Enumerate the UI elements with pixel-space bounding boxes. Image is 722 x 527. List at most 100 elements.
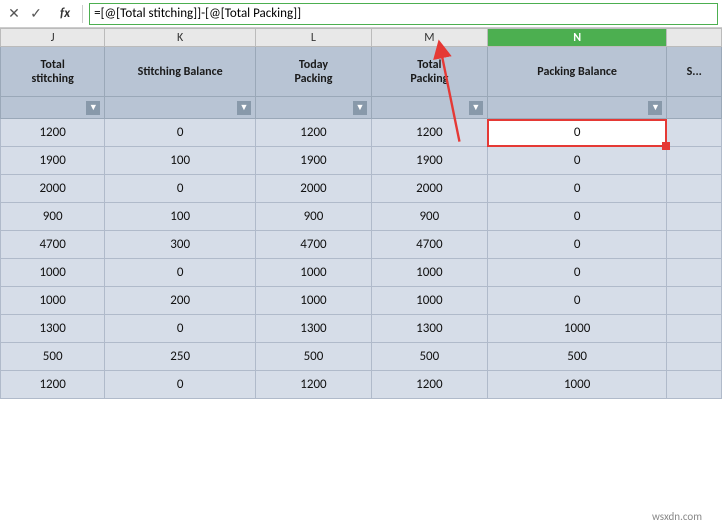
cell-k-4[interactable]: 300 <box>105 231 256 259</box>
spreadsheet-table: J K L M N Totalstitching Stitching Balan… <box>0 28 722 399</box>
field-stitching-balance: Stitching Balance <box>105 47 256 97</box>
cell-m-1[interactable]: 1900 <box>371 147 487 175</box>
table-row: 12000120012000 <box>1 119 722 147</box>
cell-k-9[interactable]: 0 <box>105 371 256 399</box>
cell-o-7 <box>667 315 722 343</box>
cell-k-6[interactable]: 200 <box>105 287 256 315</box>
table-row: 12000120012001000 <box>1 371 722 399</box>
cell-o-2 <box>667 175 722 203</box>
cell-k-0[interactable]: 0 <box>105 119 256 147</box>
watermark: wsxdn.com <box>652 510 702 523</box>
field-today-packing: TodayPacking <box>256 47 372 97</box>
cell-k-8[interactable]: 250 <box>105 343 256 371</box>
col-header-l[interactable]: L <box>256 29 372 47</box>
filter-l[interactable]: ▼ <box>256 97 372 119</box>
filter-row: ▼ ▼ ▼ ▼ ▼ <box>1 97 722 119</box>
cancel-icon[interactable]: ✕ <box>4 4 24 24</box>
cell-n-4[interactable]: 0 <box>487 231 667 259</box>
cell-n-7[interactable]: 1000 <box>487 315 667 343</box>
cell-o-6 <box>667 287 722 315</box>
cell-resize-handle[interactable] <box>662 142 670 150</box>
cell-l-2[interactable]: 2000 <box>256 175 372 203</box>
cell-j-7[interactable]: 1300 <box>1 315 105 343</box>
cell-m-6[interactable]: 1000 <box>371 287 487 315</box>
field-packing-balance: Packing Balance <box>487 47 667 97</box>
field-total-stitching: Totalstitching <box>1 47 105 97</box>
cell-o-8 <box>667 343 722 371</box>
cell-m-7[interactable]: 1300 <box>371 315 487 343</box>
cell-j-1[interactable]: 1900 <box>1 147 105 175</box>
col-header-o[interactable] <box>667 29 722 47</box>
table-row: 4700300470047000 <box>1 231 722 259</box>
cell-l-7[interactable]: 1300 <box>256 315 372 343</box>
cell-m-2[interactable]: 2000 <box>371 175 487 203</box>
cell-l-5[interactable]: 1000 <box>256 259 372 287</box>
cell-n-6[interactable]: 0 <box>487 287 667 315</box>
filter-o[interactable] <box>667 97 722 119</box>
cell-n-3[interactable]: 0 <box>487 203 667 231</box>
fx-label: fx <box>54 6 76 21</box>
table-row: 13000130013001000 <box>1 315 722 343</box>
field-name-row: Totalstitching Stitching Balance TodayPa… <box>1 47 722 97</box>
field-total-packing: TotalPacking <box>371 47 487 97</box>
cell-j-3[interactable]: 900 <box>1 203 105 231</box>
cell-l-0[interactable]: 1200 <box>256 119 372 147</box>
field-s: S... <box>667 47 722 97</box>
filter-m[interactable]: ▼ <box>371 97 487 119</box>
cell-j-5[interactable]: 1000 <box>1 259 105 287</box>
cell-l-3[interactable]: 900 <box>256 203 372 231</box>
col-header-k[interactable]: K <box>105 29 256 47</box>
cell-l-9[interactable]: 1200 <box>256 371 372 399</box>
cell-l-4[interactable]: 4700 <box>256 231 372 259</box>
col-header-row: J K L M N <box>1 29 722 47</box>
cell-o-5 <box>667 259 722 287</box>
col-header-n[interactable]: N <box>487 29 667 47</box>
col-header-j[interactable]: J <box>1 29 105 47</box>
cell-l-1[interactable]: 1900 <box>256 147 372 175</box>
cell-j-4[interactable]: 4700 <box>1 231 105 259</box>
cell-m-9[interactable]: 1200 <box>371 371 487 399</box>
cell-m-8[interactable]: 500 <box>371 343 487 371</box>
table-row: 9001009009000 <box>1 203 722 231</box>
filter-arrow-l[interactable]: ▼ <box>353 101 367 115</box>
cell-l-8[interactable]: 500 <box>256 343 372 371</box>
cell-n-5[interactable]: 0 <box>487 259 667 287</box>
cell-n-1[interactable]: 0 <box>487 147 667 175</box>
cell-n-8[interactable]: 500 <box>487 343 667 371</box>
cell-n-0[interactable]: 0 <box>487 119 667 147</box>
cell-m-0[interactable]: 1200 <box>371 119 487 147</box>
cell-o-9 <box>667 371 722 399</box>
cell-o-0 <box>667 119 722 147</box>
cell-j-0[interactable]: 1200 <box>1 119 105 147</box>
cell-j-9[interactable]: 1200 <box>1 371 105 399</box>
cell-k-5[interactable]: 0 <box>105 259 256 287</box>
cell-j-8[interactable]: 500 <box>1 343 105 371</box>
formula-input[interactable] <box>89 3 718 25</box>
filter-arrow-k[interactable]: ▼ <box>237 101 251 115</box>
cell-k-7[interactable]: 0 <box>105 315 256 343</box>
cell-m-4[interactable]: 4700 <box>371 231 487 259</box>
cell-k-2[interactable]: 0 <box>105 175 256 203</box>
confirm-icon[interactable]: ✓ <box>26 4 46 24</box>
table-row: 500250500500500 <box>1 343 722 371</box>
filter-arrow-j[interactable]: ▼ <box>86 101 100 115</box>
cell-k-1[interactable]: 100 <box>105 147 256 175</box>
filter-k[interactable]: ▼ <box>105 97 256 119</box>
cell-o-3 <box>667 203 722 231</box>
filter-j[interactable]: ▼ <box>1 97 105 119</box>
filter-n[interactable]: ▼ <box>487 97 667 119</box>
cell-j-6[interactable]: 1000 <box>1 287 105 315</box>
cell-j-2[interactable]: 2000 <box>1 175 105 203</box>
cell-n-9[interactable]: 1000 <box>487 371 667 399</box>
filter-arrow-m[interactable]: ▼ <box>469 101 483 115</box>
table-row: 1000200100010000 <box>1 287 722 315</box>
cell-m-5[interactable]: 1000 <box>371 259 487 287</box>
cell-l-6[interactable]: 1000 <box>256 287 372 315</box>
cell-n-2[interactable]: 0 <box>487 175 667 203</box>
filter-arrow-n[interactable]: ▼ <box>648 101 662 115</box>
cell-m-3[interactable]: 900 <box>371 203 487 231</box>
col-header-m[interactable]: M <box>371 29 487 47</box>
table-row: 10000100010000 <box>1 259 722 287</box>
cell-k-3[interactable]: 100 <box>105 203 256 231</box>
formula-bar: ✕ ✓ fx <box>0 0 722 28</box>
